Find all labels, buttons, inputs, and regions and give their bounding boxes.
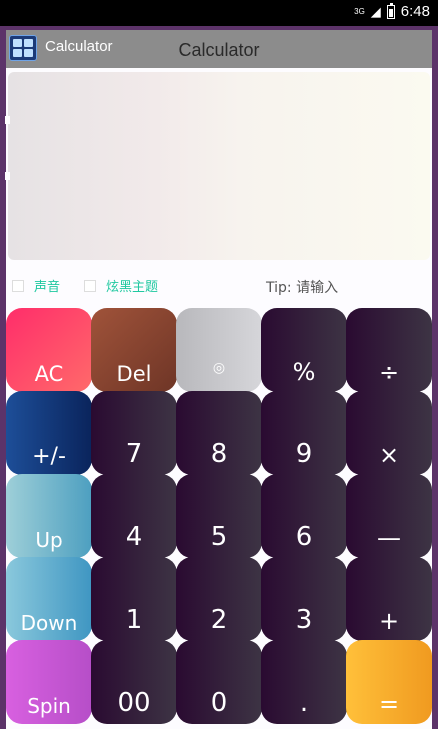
negate-button[interactable]: +/- <box>6 391 92 475</box>
delete-button[interactable]: Del <box>91 308 177 392</box>
decimal-button[interactable]: . <box>261 640 347 724</box>
double-zero-button[interactable]: 00 <box>91 640 177 724</box>
spin-button[interactable]: Spin <box>6 640 92 724</box>
calculator-display <box>8 72 430 260</box>
digit-9-button[interactable]: 9 <box>261 391 347 475</box>
digit-0-button[interactable]: 0 <box>176 640 262 724</box>
cool-theme-checkbox[interactable] <box>84 279 96 292</box>
mode-button[interactable]: ◎ <box>176 308 262 392</box>
digit-6-button[interactable]: 6 <box>261 474 347 558</box>
digit-2-button[interactable]: 2 <box>176 557 262 641</box>
cool-theme-option[interactable]: 炫黑主题 <box>84 276 158 295</box>
digit-7-button[interactable]: 7 <box>91 391 177 475</box>
digit-4-button[interactable]: 4 <box>91 474 177 558</box>
sound-checkbox[interactable] <box>12 279 24 292</box>
add-button[interactable]: + <box>346 557 432 641</box>
digit-5-button[interactable]: 5 <box>176 474 262 558</box>
tip-text: Tip: 请输入 <box>266 280 339 296</box>
network-indicator: 3G <box>354 6 365 16</box>
subtract-button[interactable]: — <box>346 474 432 558</box>
clock: 6:48 <box>400 3 430 20</box>
display-marker <box>5 172 10 180</box>
cool-theme-label: 炫黑主题 <box>106 280 159 295</box>
digit-8-button[interactable]: 8 <box>176 391 262 475</box>
digit-3-button[interactable]: 3 <box>261 557 347 641</box>
window-title: Calculator <box>178 40 260 60</box>
divide-button[interactable]: ÷ <box>346 308 432 392</box>
sound-option[interactable]: 声音 <box>12 276 60 295</box>
keypad: AC Del ◎ % ÷ +/- 7 8 9 × Up 4 5 6 — Down… <box>6 308 432 729</box>
digit-1-button[interactable]: 1 <box>91 557 177 641</box>
multiply-button[interactable]: × <box>346 391 432 475</box>
display-marker <box>5 116 10 124</box>
status-bar: 3G ◢ 6:48 <box>0 0 438 26</box>
ac-button[interactable]: AC <box>6 308 92 392</box>
percent-button[interactable]: % <box>261 308 347 392</box>
down-button[interactable]: Down <box>6 557 92 641</box>
signal-icon: ◢ <box>370 3 381 19</box>
equals-button[interactable]: = <box>346 640 432 724</box>
up-button[interactable]: Up <box>6 474 92 558</box>
sound-label: 声音 <box>34 280 61 295</box>
battery-icon <box>386 2 395 19</box>
